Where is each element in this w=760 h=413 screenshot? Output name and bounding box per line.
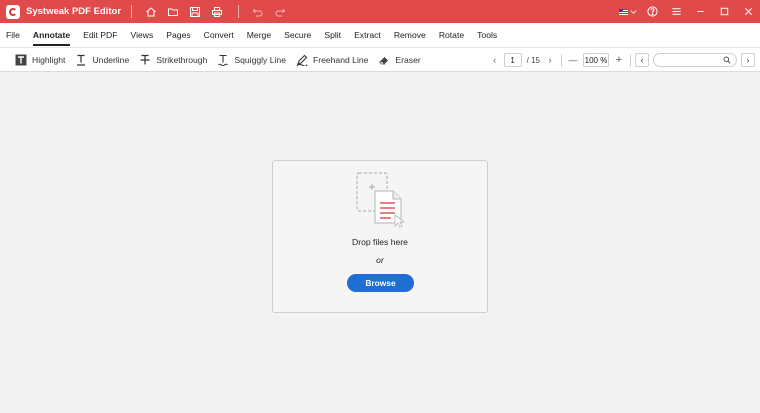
menu-item-split[interactable]: Split xyxy=(324,23,341,48)
page-total: / 15 xyxy=(526,55,540,65)
add-file-icon xyxy=(356,172,406,228)
zoom-in-button[interactable]: + xyxy=(612,53,626,67)
document-workspace: Drop files here or Browse xyxy=(0,72,760,413)
menu-item-views[interactable]: Views xyxy=(131,23,154,48)
freehand-line-button[interactable]: Freehand Line xyxy=(296,54,368,66)
prev-page-button[interactable]: ‹ xyxy=(488,53,502,67)
drop-or-text: or xyxy=(376,255,384,265)
drop-zone[interactable]: Drop files here or Browse xyxy=(272,160,488,313)
search-input[interactable] xyxy=(653,53,737,67)
next-page-button[interactable]: › xyxy=(543,53,557,67)
underline-label: Underline xyxy=(92,54,130,65)
strikethrough-button[interactable]: Strikethrough xyxy=(139,54,207,66)
freehand-line-label: Freehand Line xyxy=(312,54,369,65)
eraser-button[interactable]: Eraser xyxy=(378,54,421,66)
toolbar-separator xyxy=(561,53,562,67)
help-icon[interactable] xyxy=(640,0,664,23)
undo-icon[interactable] xyxy=(247,0,269,23)
drop-files-title: Drop files here xyxy=(352,237,408,247)
hamburger-icon[interactable] xyxy=(664,0,688,23)
toolbar-separator xyxy=(630,53,631,67)
page-number-input[interactable]: 1 xyxy=(503,53,522,67)
zoom-out-button[interactable]: — xyxy=(566,53,580,67)
highlight-button[interactable]: Highlight xyxy=(15,54,65,66)
minimize-icon[interactable] xyxy=(688,0,712,23)
maximize-icon[interactable] xyxy=(712,0,736,23)
squiggly-line-button[interactable]: Squiggly Line xyxy=(217,54,286,66)
app-title: Systweak PDF Editor xyxy=(26,6,122,17)
menu-bar: File Annotate Edit PDF Views Pages Conve… xyxy=(0,23,760,48)
menu-item-file[interactable]: File xyxy=(6,23,20,48)
menu-item-edit-pdf[interactable]: Edit PDF xyxy=(83,23,117,48)
save-icon[interactable] xyxy=(184,0,206,23)
strikethrough-icon xyxy=(140,54,150,64)
folder-icon[interactable] xyxy=(162,0,184,23)
eraser-icon xyxy=(379,56,389,64)
menu-item-extract[interactable]: Extract xyxy=(354,23,381,48)
menu-item-convert[interactable]: Convert xyxy=(204,23,234,48)
title-bar: Systweak PDF Editor xyxy=(0,0,760,23)
menu-item-tools[interactable]: Tools xyxy=(477,23,497,48)
search-icon xyxy=(723,56,731,64)
language-flag-icon[interactable] xyxy=(616,8,640,15)
menu-item-rotate[interactable]: Rotate xyxy=(439,23,464,48)
menu-item-annotate[interactable]: Annotate xyxy=(32,23,71,48)
squiggly-icon xyxy=(218,54,229,66)
title-separator xyxy=(131,5,133,18)
app-logo-icon xyxy=(6,4,20,19)
navigation-controls: ‹ 1 / 15 › — 100 % + ‹ › xyxy=(488,48,755,72)
menu-item-secure[interactable]: Secure xyxy=(284,23,311,48)
search-next-button[interactable]: › xyxy=(741,53,755,67)
underline-button[interactable]: Underline xyxy=(75,54,129,66)
pen-icon xyxy=(296,54,308,66)
highlight-icon xyxy=(15,54,27,65)
annotate-toolbar: Highlight Underline Strikethrough Squigg… xyxy=(0,48,760,72)
highlight-label: Highlight xyxy=(32,54,66,65)
zoom-input[interactable]: 100 % xyxy=(583,53,609,67)
underline-icon xyxy=(77,54,86,66)
menu-item-remove[interactable]: Remove xyxy=(394,23,426,48)
print-icon[interactable] xyxy=(206,0,228,23)
close-icon[interactable] xyxy=(736,0,760,23)
strikethrough-label: Strikethrough xyxy=(156,54,208,65)
title-separator xyxy=(238,5,240,18)
browse-button[interactable]: Browse xyxy=(347,274,414,292)
redo-icon[interactable] xyxy=(269,0,291,23)
search-prev-button[interactable]: ‹ xyxy=(635,53,649,67)
menu-item-pages[interactable]: Pages xyxy=(166,23,190,48)
home-icon[interactable] xyxy=(140,0,162,23)
eraser-label: Eraser xyxy=(395,54,421,65)
menu-item-merge[interactable]: Merge xyxy=(247,23,271,48)
squiggly-line-label: Squiggly Line xyxy=(234,54,286,65)
